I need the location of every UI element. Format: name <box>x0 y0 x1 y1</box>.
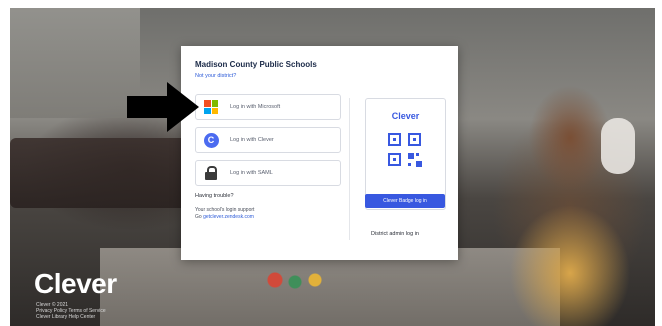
lock-icon <box>202 164 220 182</box>
login-button-label: Log in with Microsoft <box>230 104 281 110</box>
qr-code-icon <box>388 133 422 169</box>
background-couch <box>10 138 200 208</box>
footer-text: Clever © 2021 Privacy Policy Terms of Se… <box>36 302 156 320</box>
login-microsoft-button[interactable]: Log in with Microsoft <box>195 94 341 120</box>
help-text-prefix: Go <box>195 214 202 220</box>
background-toys <box>265 270 325 290</box>
help-link[interactable]: getclever.zendesk.com <box>203 214 254 220</box>
clever-badge-login-button[interactable]: Clever Badge log in <box>365 194 445 208</box>
clever-c-icon: C <box>202 131 220 149</box>
not-your-district-link[interactable]: Not your district? <box>195 73 236 79</box>
district-name: Madison County Public Schools <box>195 60 317 69</box>
help-text: Your school's login support Go getclever… <box>195 207 341 221</box>
help-title: Having trouble? <box>195 193 234 199</box>
microsoft-icon <box>202 98 220 116</box>
background-student <box>480 68 655 326</box>
footer-line[interactable]: Clever Library Help Center <box>36 314 156 320</box>
background-window <box>10 8 140 118</box>
login-button-label: Log in with SAML <box>230 170 273 176</box>
login-options: Log in with Microsoft C Log in with Clev… <box>195 94 341 221</box>
column-divider <box>349 98 350 240</box>
login-clever-button[interactable]: C Log in with Clever <box>195 127 341 153</box>
clever-logo: Clever <box>34 268 117 299</box>
district-admin-login-link[interactable]: District admin log in <box>371 231 419 237</box>
background-headphones <box>601 118 635 174</box>
login-saml-button[interactable]: Log in with SAML <box>195 160 341 186</box>
login-card: Madison County Public Schools Not your d… <box>181 46 458 260</box>
clever-badge-brand: Clever <box>391 111 420 121</box>
help-text-line: Your school's login support <box>195 207 255 213</box>
arrow-right-icon <box>127 82 199 132</box>
login-button-label: Log in with Clever <box>230 137 274 143</box>
